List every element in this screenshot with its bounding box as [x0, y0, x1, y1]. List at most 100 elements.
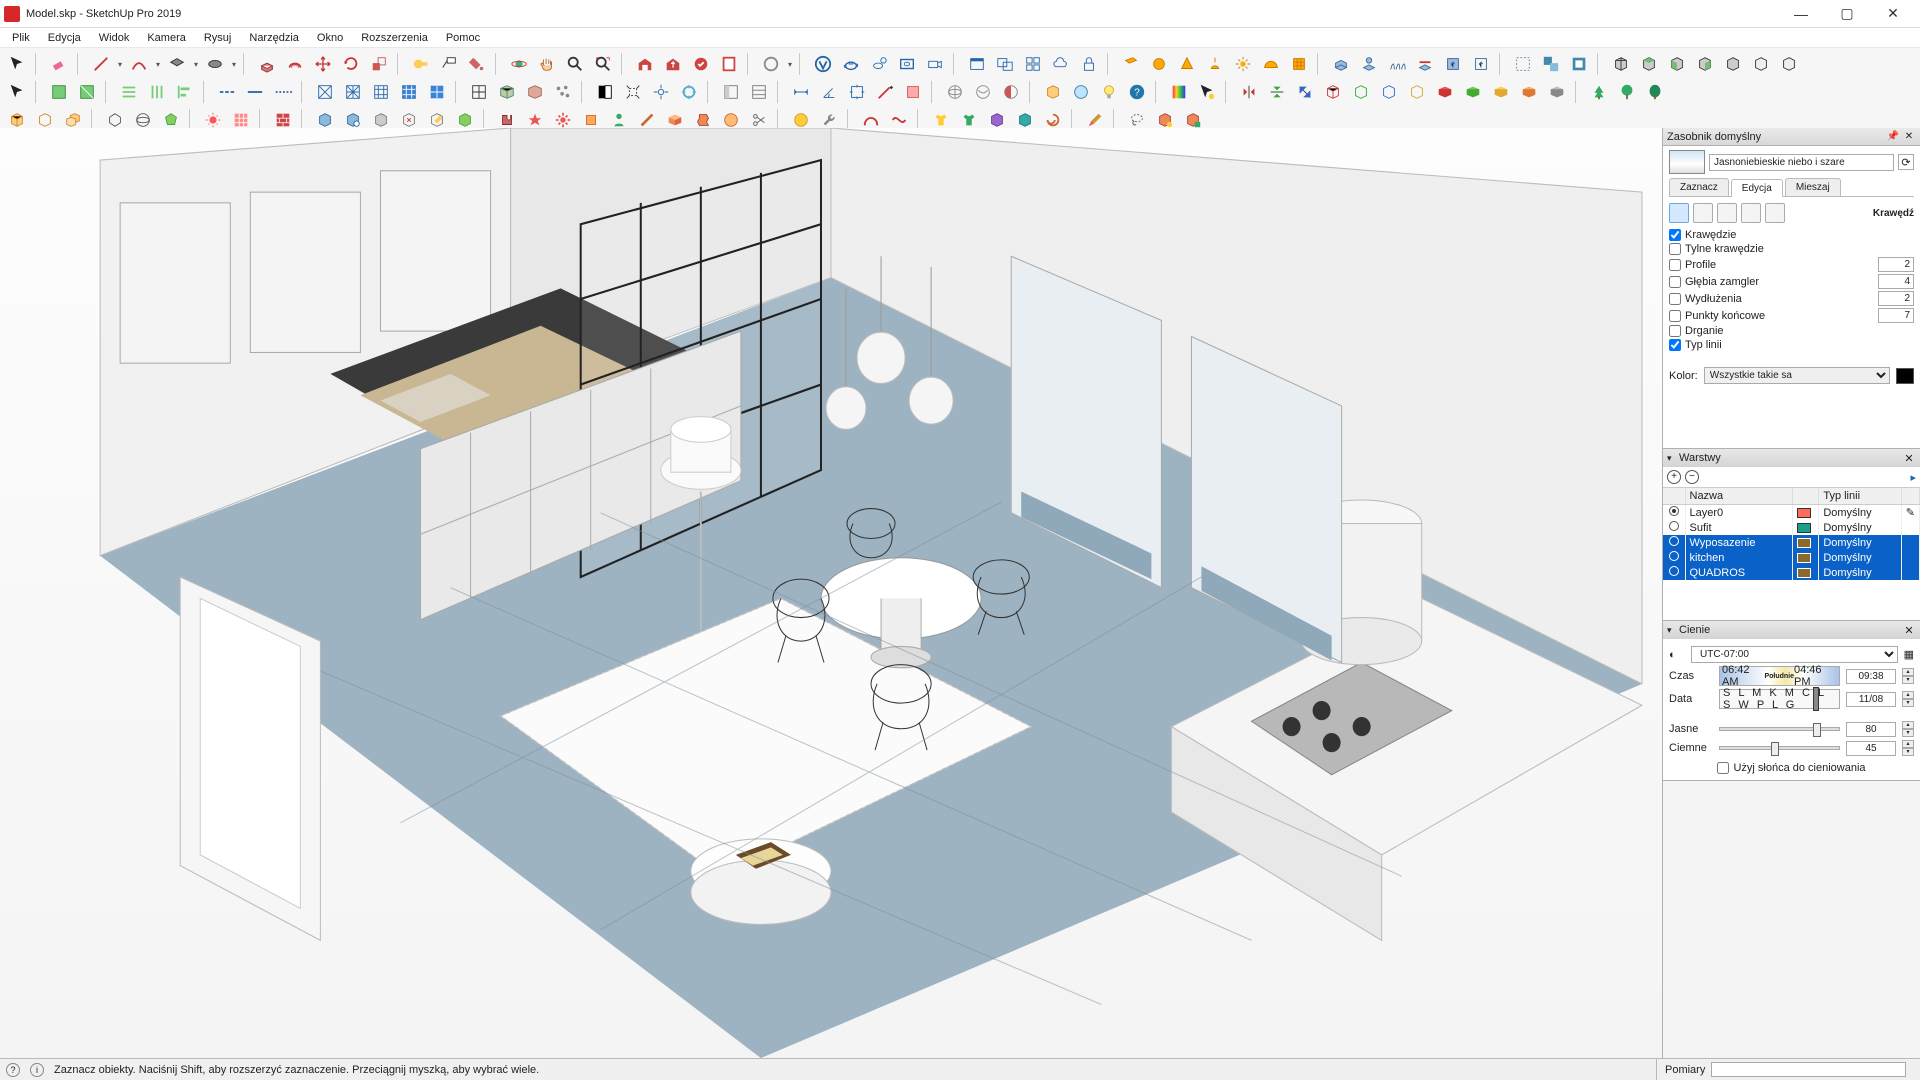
tray-close-icon[interactable]: ✕ — [1902, 130, 1916, 144]
mirror-g-icon[interactable] — [1264, 79, 1290, 105]
timezone-select[interactable]: UTC-07:00 — [1691, 646, 1898, 663]
layer-name[interactable]: Sufit — [1685, 520, 1793, 535]
layer-vis-radio[interactable] — [1669, 536, 1679, 546]
front-icon[interactable] — [1664, 51, 1690, 77]
offset-tool[interactable] — [282, 51, 308, 77]
remove-layer-button[interactable]: − — [1685, 470, 1699, 484]
draw-line-icon[interactable] — [872, 79, 898, 105]
globe3-icon[interactable] — [998, 79, 1024, 105]
depth-value[interactable]: 4 — [1878, 274, 1914, 289]
align-left-icon[interactable] — [172, 79, 198, 105]
grid3-icon[interactable] — [368, 79, 394, 105]
dark-value[interactable]: 45 — [1846, 741, 1896, 756]
status-help-icon[interactable]: ? — [6, 1063, 20, 1077]
date-slider[interactable]: S L M K M C L S W P L G — [1719, 689, 1840, 709]
pan-tool[interactable] — [534, 51, 560, 77]
face-g-icon[interactable] — [1460, 79, 1486, 105]
vray-light-dome-icon[interactable] — [1258, 51, 1284, 77]
3d-viewport[interactable] — [0, 128, 1662, 1058]
panel2-icon[interactable] — [746, 79, 772, 105]
chk-back-edges[interactable] — [1669, 243, 1681, 255]
minimize-button[interactable]: — — [1778, 0, 1824, 28]
mirror-b-icon[interactable] — [1292, 79, 1318, 105]
layer-name[interactable]: kitchen — [1685, 550, 1793, 565]
rotate-tool[interactable] — [338, 51, 364, 77]
pushpull-tool[interactable] — [254, 51, 280, 77]
rainbow-icon[interactable] — [1166, 79, 1192, 105]
select-tool[interactable] — [4, 51, 30, 77]
grid-3d2-icon[interactable] — [522, 79, 548, 105]
time-slider[interactable]: 06:42 AM Południe 04:46 PM — [1719, 666, 1840, 686]
shadows-close-icon[interactable]: ✕ — [1902, 624, 1916, 637]
grid-3d1-icon[interactable] — [494, 79, 520, 105]
arc-tool[interactable] — [126, 51, 152, 77]
time-spinner[interactable]: ▴▾ — [1902, 668, 1914, 684]
chk-depth[interactable] — [1669, 276, 1681, 288]
distribute-v-icon[interactable] — [144, 79, 170, 105]
plugin-help-icon[interactable]: ? — [1124, 79, 1150, 105]
vray-light-omni-icon[interactable] — [1230, 51, 1256, 77]
vray-proxy-exp-icon[interactable] — [1440, 51, 1466, 77]
vray-camera-icon[interactable] — [922, 51, 948, 77]
vray-icon[interactable] — [810, 51, 836, 77]
face-y-icon[interactable] — [1488, 79, 1514, 105]
xray-g-icon[interactable] — [1348, 79, 1374, 105]
align-edge-icon[interactable] — [74, 79, 100, 105]
text-tool[interactable] — [436, 51, 462, 77]
paint-tool[interactable] — [464, 51, 490, 77]
vray-fb-icon[interactable] — [964, 51, 990, 77]
chk-use-sun[interactable] — [1717, 762, 1729, 774]
move-tool[interactable] — [310, 51, 336, 77]
dim-box-icon[interactable] — [844, 79, 870, 105]
arc-dropdown[interactable]: ▾ — [154, 60, 162, 69]
time-value[interactable]: 09:38 — [1846, 669, 1896, 684]
col-name[interactable]: Nazwa — [1685, 488, 1793, 505]
layer-vis-radio[interactable] — [1669, 566, 1679, 576]
shadow-detail-icon[interactable]: ▦ — [1904, 648, 1914, 661]
orbit-tool[interactable] — [506, 51, 532, 77]
styles-tab-select[interactable]: Zaznacz — [1669, 178, 1729, 196]
style-name-field[interactable]: Jasnoniebieskie niebo i szare — [1709, 154, 1894, 171]
dash-icon[interactable] — [214, 79, 240, 105]
vray-geo2-icon[interactable] — [1356, 51, 1382, 77]
vray-cloud-icon[interactable] — [1048, 51, 1074, 77]
layer-name[interactable]: QUADROS — [1685, 565, 1793, 580]
face-r-icon[interactable] — [1432, 79, 1458, 105]
bottom-icon[interactable] — [1776, 51, 1802, 77]
vray-teapot-clock-icon[interactable] — [866, 51, 892, 77]
warehouse-share-icon[interactable] — [660, 51, 686, 77]
chk-jitter[interactable] — [1669, 325, 1681, 337]
chk-ext[interactable] — [1669, 293, 1681, 305]
date-spinner[interactable]: ▴▾ — [1902, 691, 1914, 707]
layout-icon[interactable] — [716, 51, 742, 77]
vray-viewport-icon[interactable] — [894, 51, 920, 77]
vray-light-spot-icon[interactable] — [1174, 51, 1200, 77]
tray-pin-icon[interactable]: 📌 — [1886, 130, 1900, 144]
scale-tool[interactable] — [366, 51, 392, 77]
xray-b-icon[interactable] — [1376, 79, 1402, 105]
vray-teapot-icon[interactable] — [838, 51, 864, 77]
zoom-extents-tool[interactable] — [590, 51, 616, 77]
shadows-panel-header[interactable]: ▾ Cienie ✕ — [1663, 621, 1920, 639]
dot-icon[interactable] — [270, 79, 296, 105]
grid5-icon[interactable] — [424, 79, 450, 105]
zoom-tool[interactable] — [562, 51, 588, 77]
layer-name[interactable]: Layer0 — [1685, 505, 1793, 521]
layers-panel-header[interactable]: ▾ Warstwy ✕ — [1663, 449, 1920, 467]
maximize-button[interactable]: ▢ — [1824, 0, 1870, 28]
styles-tab-edit[interactable]: Edycja — [1731, 179, 1783, 197]
iso-icon[interactable] — [1608, 51, 1634, 77]
comp-icon[interactable] — [466, 79, 492, 105]
right-icon[interactable] — [1692, 51, 1718, 77]
bg-settings-icon[interactable] — [1717, 203, 1737, 223]
menu-camera[interactable]: Kamera — [139, 30, 194, 46]
shadow-toggle-icon[interactable]: ◐ — [1669, 649, 1685, 661]
select-tool-2[interactable] — [4, 79, 30, 105]
globe1-icon[interactable] — [942, 79, 968, 105]
dim-angle-icon[interactable] — [816, 79, 842, 105]
snap-icon[interactable] — [648, 79, 674, 105]
layer-color-swatch[interactable] — [1797, 523, 1811, 533]
vray-batch-icon[interactable] — [1020, 51, 1046, 77]
vray-clipper-icon[interactable] — [1412, 51, 1438, 77]
explode-icon[interactable] — [620, 79, 646, 105]
